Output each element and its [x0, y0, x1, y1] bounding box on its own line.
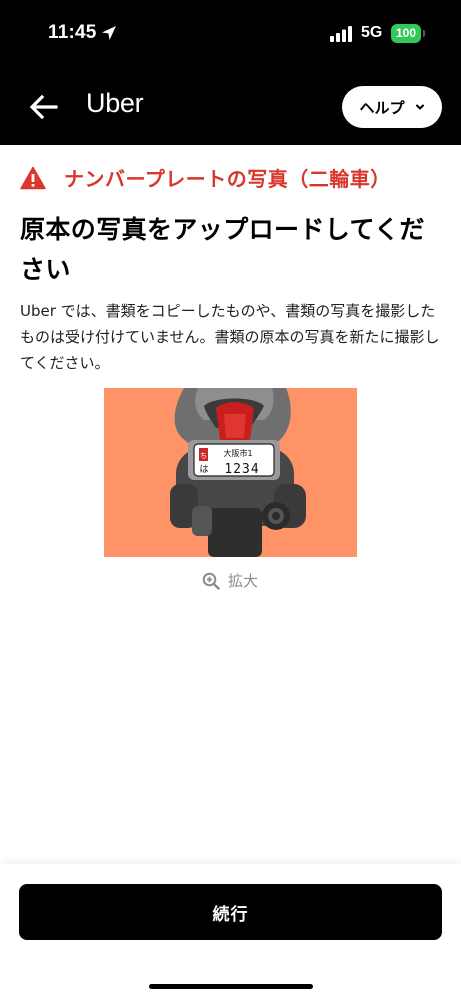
- status-bar: 11:45 5G 100: [0, 0, 461, 64]
- zoom-label: 拡大: [228, 572, 259, 590]
- plate-kana-text: は: [199, 464, 208, 475]
- network-type: 5G: [361, 24, 383, 41]
- alert-title: ナンバープレートの写真（二輪車）: [64, 167, 391, 191]
- motorcycle-rear-image: ち 大阪市1 は 1234: [104, 388, 357, 557]
- top-bar: 11:45 5G 100 Uber ヘルプ: [0, 0, 461, 145]
- chevron-down-icon: [415, 104, 424, 110]
- home-indicator: [149, 984, 313, 989]
- location-arrow-icon: [102, 26, 116, 40]
- help-button-label: ヘルプ: [359, 98, 405, 117]
- continue-button[interactable]: 続行: [19, 884, 442, 940]
- description-text: Uber では、書類をコピーしたものや、書類の写真を撮影したものは受け付けていま…: [20, 302, 440, 372]
- license-plate-illustration[interactable]: ち 大阪市1 は 1234: [104, 388, 357, 557]
- cellular-signal-icon: [330, 26, 352, 42]
- plate-number-text: 1234: [224, 462, 259, 477]
- battery-indicator: 100: [391, 24, 421, 43]
- svg-text:ち: ち: [200, 452, 207, 460]
- plate-region-text: 大阪市1: [223, 448, 252, 458]
- status-time: 11:45: [48, 22, 97, 43]
- help-button[interactable]: ヘルプ: [342, 86, 442, 128]
- bottom-action-area: 続行: [0, 864, 461, 999]
- back-button[interactable]: [26, 90, 60, 124]
- warning-triangle-icon: [20, 166, 46, 189]
- page-title: 原本の写真をアップロードしてください: [20, 215, 425, 284]
- alert-row: ナンバープレートの写真（二輪車）: [20, 163, 391, 192]
- nav-bar: Uber ヘルプ: [0, 64, 461, 145]
- zoom-button[interactable]: 拡大: [202, 570, 258, 591]
- arrow-left-icon: [29, 94, 58, 120]
- brand-logo: Uber: [86, 88, 144, 118]
- battery-tip: [423, 30, 425, 37]
- zoom-in-icon: [202, 572, 220, 590]
